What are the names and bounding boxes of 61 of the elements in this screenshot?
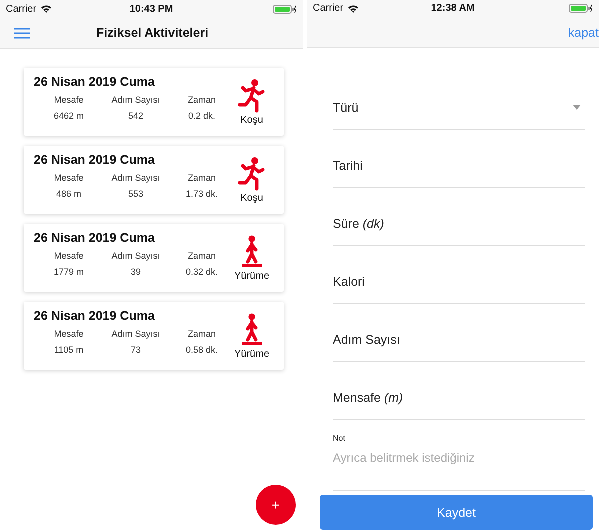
stat-value: 0.32 dk.	[184, 267, 220, 277]
column-header: Mesafe	[53, 329, 85, 339]
running-person-icon	[237, 156, 267, 190]
stat-value: 0.58 dk.	[184, 345, 220, 355]
column-header: Adım Sayısı	[110, 173, 162, 183]
stat-value: 73	[130, 345, 142, 355]
column-header: Zaman	[186, 329, 217, 339]
input-field[interactable]: Kalori	[333, 246, 585, 304]
wifi-icon	[40, 5, 52, 13]
screen-title: Fiziksel Aktiviteleri	[95, 26, 210, 40]
stat-value: 1.73 dk.	[184, 189, 220, 199]
input-field[interactable]: Mensafe (m)	[333, 362, 585, 420]
menu-icon[interactable]	[14, 28, 30, 38]
stat-value: 553	[127, 189, 145, 199]
save-button[interactable]: Kaydet	[320, 495, 593, 530]
field-label: Not	[333, 434, 346, 444]
clock-time: 12:38 AM	[431, 3, 475, 14]
activity-date: 26 Nisan 2019 Cuma	[34, 153, 156, 167]
wifi-icon	[348, 4, 359, 13]
note-field[interactable]: Ayrıca belitrmek istediğiniz	[333, 451, 585, 474]
activity-date: 26 Nisan 2019 Cuma	[34, 309, 156, 323]
column-header: Adım Sayısı	[110, 251, 162, 261]
input-field[interactable]: Tarihi	[333, 130, 585, 188]
clock-time: 10:43 PM	[130, 4, 174, 14]
caret-icon	[573, 105, 581, 110]
column-header: Mesafe	[53, 251, 85, 261]
add-button[interactable]: +	[256, 485, 296, 525]
battery-icon	[569, 4, 594, 14]
stat-value: 0.2 dk.	[187, 111, 217, 121]
walking-person-icon	[240, 312, 264, 346]
activity-type: Yürüme	[234, 348, 270, 360]
stat-value: 542	[127, 111, 145, 121]
battery-icon	[273, 4, 298, 14]
carrier-name: Carrier	[6, 4, 37, 14]
carrier-name: Carrier	[313, 3, 344, 14]
stat-value: 1105 m	[53, 345, 85, 355]
activity-card[interactable]: 26 Nisan 2019 Cuma Mesafe Adım Sayısı Zaman 486 m 553 1.73 dk. Koşu	[24, 146, 284, 214]
column-header: Mesafe	[53, 95, 85, 105]
activity-card[interactable]: 26 Nisan 2019 Cuma Mesafe Adım Sayısı Zaman 1105 m 73 0.58 dk. Yürüme	[24, 302, 284, 370]
stat-value: 39	[130, 267, 142, 277]
column-header: Adım Sayısı	[110, 329, 162, 339]
column-header: Zaman	[186, 251, 217, 261]
column-header: Zaman	[186, 95, 217, 105]
running-person-icon	[237, 78, 267, 112]
activity-type: Yürüme	[234, 270, 270, 282]
stat-value: 6462 m	[52, 111, 86, 121]
activity-card[interactable]: 26 Nisan 2019 Cuma Mesafe Adım Sayısı Zaman 1779 m 39 0.32 dk. Yürüme	[24, 224, 284, 292]
activity-date: 26 Nisan 2019 Cuma	[34, 231, 156, 245]
input-field[interactable]: Süre (dk)	[333, 188, 585, 246]
activity-type: Koşu	[240, 192, 264, 204]
stat-value: 486 m	[55, 189, 82, 199]
type-dropdown[interactable]: Türü	[333, 72, 585, 130]
walking-person-icon	[240, 234, 264, 268]
activity-card[interactable]: 26 Nisan 2019 Cuma Mesafe Adım Sayısı Zaman 6462 m 542 0.2 dk. Koşu	[24, 68, 284, 136]
stat-value: 1779 m	[52, 267, 86, 277]
column-header: Mesafe	[53, 173, 85, 183]
column-header: Zaman	[186, 173, 217, 183]
column-header: Adım Sayısı	[110, 95, 162, 105]
activity-type: Koşu	[240, 114, 264, 126]
input-field[interactable]: Adım Sayısı	[333, 304, 585, 362]
activity-date: 26 Nisan 2019 Cuma	[34, 75, 156, 89]
